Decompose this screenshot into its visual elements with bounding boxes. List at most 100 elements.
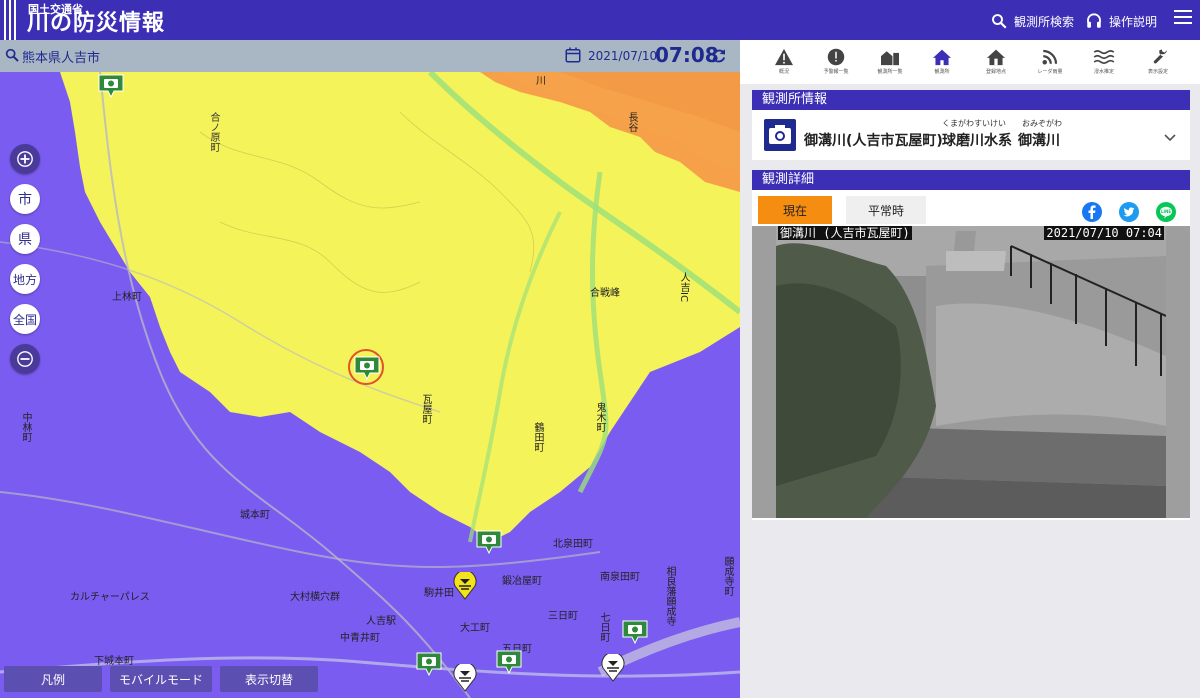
flood-map[interactable]: 合ノ原町 上林町 中林町 城本町 北泉田町 南泉田町 駒井田 鍛冶屋町 大村横穴… bbox=[0, 72, 740, 698]
home-icon bbox=[933, 49, 951, 66]
tool-warnings[interactable]: 予警報一覧 bbox=[810, 44, 862, 84]
warning-triangle-icon bbox=[775, 48, 793, 66]
map-label: 大村横穴群 bbox=[290, 592, 340, 603]
twitter-icon[interactable] bbox=[1119, 202, 1139, 222]
registered-home-icon bbox=[987, 49, 1005, 66]
camera-marker-icon bbox=[496, 650, 522, 675]
scale-national-button[interactable]: 全国 bbox=[10, 304, 40, 334]
water-level-marker[interactable] bbox=[452, 569, 478, 600]
chevron-down-icon[interactable] bbox=[1164, 128, 1176, 147]
tool-overview[interactable]: 概況 bbox=[758, 44, 810, 84]
map-label: 南泉田町 bbox=[600, 572, 640, 583]
camera-icon bbox=[764, 119, 796, 151]
map-label: 大工町 bbox=[460, 623, 490, 634]
camera-timestamp: 2021/07/10 07:04 bbox=[1044, 226, 1164, 240]
river-ruby: おみぞがわ bbox=[1022, 119, 1062, 128]
hamburger-menu-icon[interactable] bbox=[1174, 10, 1192, 26]
tool-settings[interactable]: 表示設定 bbox=[1132, 44, 1184, 84]
zoom-in-button[interactable] bbox=[10, 144, 40, 174]
map-label: 駒井田 bbox=[424, 588, 454, 599]
logo-mark bbox=[4, 0, 24, 40]
search-icon[interactable] bbox=[4, 47, 20, 67]
map-location-bar: 熊本県人吉市 2021/07/10 07:08 bbox=[0, 40, 740, 72]
site-title[interactable]: 川の防災情報 bbox=[27, 11, 165, 37]
camera-station-marker[interactable] bbox=[416, 652, 442, 677]
scale-city-button[interactable]: 市 bbox=[10, 184, 40, 214]
function-toolbar: 概況 予警報一覧 観測所一覧 観測所 登録地点 レーダ雨量 浸水推定 表示設定 bbox=[740, 40, 1200, 84]
minus-icon bbox=[17, 351, 33, 367]
selected-camera-station-marker[interactable] bbox=[354, 356, 380, 381]
tool-station-list[interactable]: 観測所一覧 bbox=[864, 44, 916, 84]
camera-station-marker[interactable] bbox=[98, 74, 124, 99]
alert-circle-icon bbox=[827, 48, 845, 66]
help-button[interactable]: 操作説明 bbox=[1085, 11, 1157, 31]
camera-marker-icon bbox=[622, 620, 648, 645]
wrench-icon bbox=[1153, 49, 1167, 64]
river-camera-image[interactable]: 御溝川 (人吉市瓦屋町) 2021/07/10 07:04 bbox=[776, 226, 1166, 518]
map-label: 川 bbox=[536, 76, 546, 87]
water-level-marker[interactable] bbox=[452, 661, 478, 692]
map-label: 北泉田町 bbox=[553, 539, 593, 550]
map-label: 瓦屋町 bbox=[420, 394, 431, 424]
plus-icon bbox=[17, 151, 33, 167]
calendar-icon[interactable] bbox=[564, 46, 582, 68]
system-ruby: くまがわすいけい bbox=[942, 119, 1006, 128]
waves-icon bbox=[1093, 50, 1115, 64]
legend-button[interactable]: 凡例 bbox=[4, 666, 102, 692]
station-search-label: 観測所検索 bbox=[1014, 14, 1075, 29]
observation-detail: 現在 平常時 LINE 御溝川 (人吉市瓦屋町) 2021/07/10 07:0… bbox=[752, 190, 1190, 520]
facebook-icon[interactable] bbox=[1082, 202, 1102, 222]
camera-station-marker[interactable] bbox=[622, 620, 648, 645]
map-label: 鬼木町 bbox=[594, 402, 605, 432]
zoom-out-button[interactable] bbox=[10, 344, 40, 374]
tab-normal[interactable]: 平常時 bbox=[846, 196, 926, 224]
refresh-icon[interactable] bbox=[710, 47, 728, 69]
station-list-icon bbox=[881, 51, 899, 66]
map-label: 鶴田町 bbox=[532, 422, 543, 452]
map-label: 長谷 bbox=[626, 112, 637, 132]
station-search-button[interactable]: 観測所検索 bbox=[990, 11, 1074, 31]
map-label: 下城本町 bbox=[94, 656, 134, 667]
river-name: 御溝川 bbox=[1018, 133, 1060, 149]
camera-station-marker[interactable] bbox=[476, 530, 502, 555]
map-canvas bbox=[0, 72, 740, 698]
map-label: 鍛冶屋町 bbox=[502, 576, 542, 587]
station-info-card[interactable]: 御溝川(人吉市瓦屋町) くまがわすいけい 球磨川水系 おみぞがわ 御溝川 bbox=[752, 110, 1190, 160]
station-name: 御溝川(人吉市瓦屋町) bbox=[804, 133, 943, 149]
headset-icon bbox=[1087, 13, 1101, 28]
info-panel: 概況 予警報一覧 観測所一覧 観測所 登録地点 レーダ雨量 浸水推定 表示設定 bbox=[740, 40, 1200, 698]
mobile-mode-button[interactable]: モバイルモード bbox=[110, 666, 212, 692]
water-level-marker-icon bbox=[453, 569, 477, 600]
camera-marker-icon bbox=[416, 652, 442, 677]
camera-station-marker[interactable] bbox=[496, 650, 522, 675]
map-label: 人吉駅 bbox=[366, 616, 396, 627]
line-icon[interactable]: LINE bbox=[1156, 202, 1176, 222]
map-label: 城本町 bbox=[240, 510, 270, 521]
camera-marker-icon bbox=[476, 530, 502, 555]
map-label: 人吉IC bbox=[678, 272, 689, 302]
map-label: 合戦峰 bbox=[590, 288, 620, 299]
location-text[interactable]: 熊本県人吉市 bbox=[22, 47, 100, 66]
water-level-marker-icon bbox=[601, 651, 625, 682]
scale-region-button[interactable]: 地方 bbox=[10, 264, 40, 294]
station-info-heading: 観測所情報 bbox=[752, 90, 1190, 110]
tab-current[interactable]: 現在 bbox=[758, 196, 832, 224]
tool-inundation[interactable]: 浸水推定 bbox=[1078, 44, 1130, 84]
detail-heading: 観測詳細 bbox=[752, 170, 1190, 190]
help-label: 操作説明 bbox=[1109, 14, 1158, 29]
map-label: 中林町 bbox=[20, 412, 31, 442]
tool-station[interactable]: 観測所 bbox=[916, 44, 968, 84]
water-level-marker[interactable] bbox=[600, 651, 626, 682]
map-label: 三日町 bbox=[548, 611, 578, 622]
tool-radar[interactable]: レーダ雨量 bbox=[1024, 44, 1076, 84]
scale-prefecture-button[interactable]: 県 bbox=[10, 224, 40, 254]
tool-registered[interactable]: 登録地点 bbox=[970, 44, 1022, 84]
camera-caption: 御溝川 (人吉市瓦屋町) bbox=[778, 226, 912, 240]
search-icon bbox=[992, 14, 1007, 29]
map-label: 七日町 bbox=[598, 612, 609, 642]
map-label: 相良藩願成寺 bbox=[664, 566, 675, 626]
display-toggle-button[interactable]: 表示切替 bbox=[220, 666, 318, 692]
water-level-marker-icon bbox=[453, 661, 477, 692]
app-header: 国土交通省 川の防災情報 観測所検索 操作説明 bbox=[0, 0, 1200, 40]
svg-text:LINE: LINE bbox=[1161, 209, 1171, 214]
